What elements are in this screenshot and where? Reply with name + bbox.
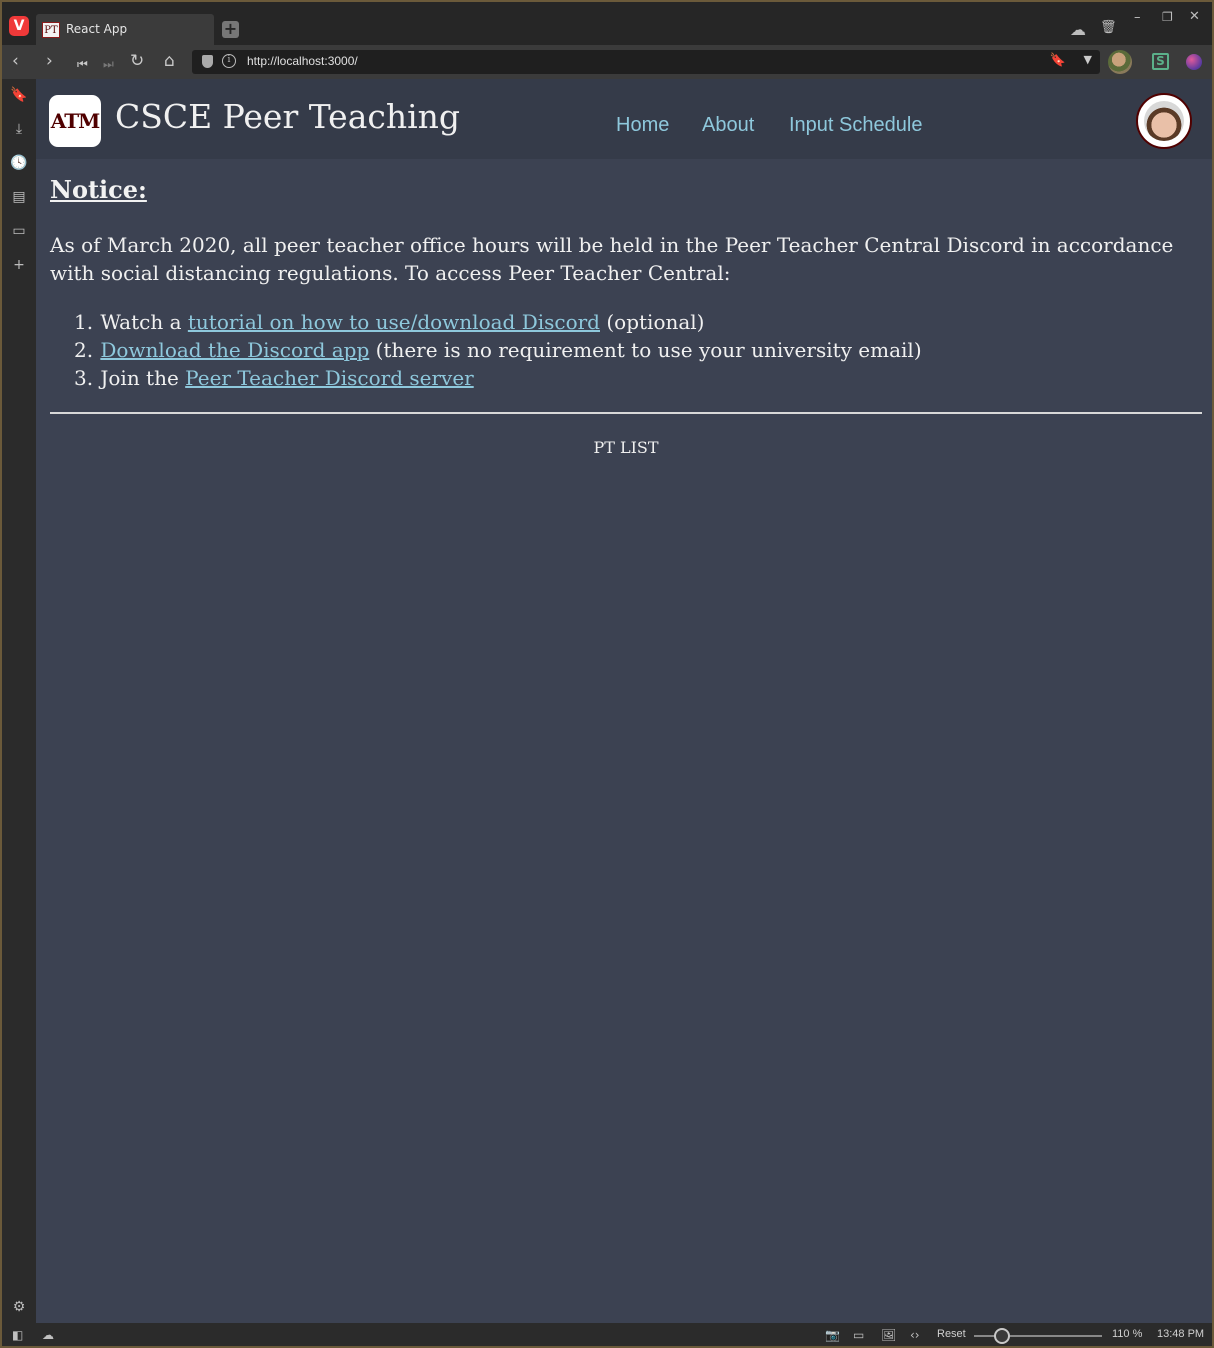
shield-icon[interactable] [202, 55, 213, 68]
zoom-level: 110 % [1112, 1328, 1143, 1340]
address-toolbar: ‹ › ⏮ ⏭ ↻ ⌂ i http://localhost:3000/ 🔖 ▼… [2, 45, 1212, 79]
side-panel: 🔖 ⤓ 🕓 ▤ ▭ + ⚙ [2, 79, 36, 1323]
web-page: ATM CSCE Peer Teaching Home About Input … [36, 79, 1212, 1323]
step-text: (there is no requirement to use your uni… [369, 338, 922, 362]
trash-icon[interactable]: 🗑 [1100, 20, 1117, 35]
url-field[interactable]: i http://localhost:3000/ 🔖 ▼ [192, 50, 1100, 74]
image-icon[interactable]: 🖼 [881, 1328, 896, 1342]
zoom-slider-handle[interactable] [994, 1328, 1011, 1344]
discord-tutorial-link[interactable]: tutorial on how to use/download Discord [188, 310, 600, 334]
browser-window: V PT React App + ☁ 🗑 – ❐ ✕ ‹ › ⏮ ⏭ ↻ ⌂ i… [2, 2, 1212, 1346]
tamu-logo[interactable]: ATM [49, 95, 101, 147]
forward-arrow-icon[interactable]: › [46, 52, 53, 70]
step-text: Watch a [100, 310, 188, 334]
camera-icon[interactable]: 📷 [825, 1328, 840, 1342]
vivaldi-logo-icon[interactable]: V [9, 16, 29, 36]
fast-forward-icon[interactable]: ⏭ [103, 55, 114, 73]
list-item: 1. Watch a tutorial on how to use/downlo… [74, 308, 922, 336]
history-icon[interactable]: 🕓 [2, 155, 36, 171]
notes-icon[interactable]: ▤ [2, 189, 36, 205]
tile-icon[interactable]: ▭ [853, 1328, 864, 1342]
site-title: CSCE Peer Teaching [115, 97, 461, 136]
nav-input-schedule-link[interactable]: Input Schedule [789, 114, 922, 137]
step-text: Join the [100, 366, 186, 390]
settings-icon[interactable]: ⚙ [2, 1299, 36, 1315]
nav-home-link[interactable]: Home [616, 114, 669, 137]
page-actions-icon[interactable]: ‹› [910, 1328, 920, 1342]
site-info-icon[interactable]: i [222, 54, 236, 68]
steps-list: 1. Watch a tutorial on how to use/downlo… [74, 308, 922, 392]
chevron-down-icon[interactable]: ▼ [1084, 53, 1092, 66]
step-number: 2. [74, 338, 94, 362]
clock: 13:48 PM [1157, 1328, 1205, 1340]
home-icon[interactable]: ⌂ [164, 52, 175, 70]
minimize-icon[interactable]: – [1134, 10, 1141, 25]
back-arrow-icon[interactable]: ‹ [12, 52, 19, 70]
downloads-icon[interactable]: ⤓ [2, 121, 36, 137]
discord-server-link[interactable]: Peer Teacher Discord server [185, 366, 474, 390]
tab-bar: V PT React App + ☁ 🗑 – ❐ ✕ [2, 2, 1212, 45]
tab-title: React App [66, 22, 128, 36]
profile-extension-icon[interactable] [1108, 50, 1132, 74]
maximize-icon[interactable]: ❐ [1162, 10, 1173, 24]
reload-icon[interactable]: ↻ [130, 52, 144, 70]
window-panel-icon[interactable]: ▭ [2, 223, 36, 239]
extension-s-icon[interactable]: S [1152, 53, 1169, 70]
nav-about-link[interactable]: About [702, 114, 754, 137]
status-bar: ◧ ☁ 📷 ▭ 🖼 ‹› Reset 110 % 13:48 PM [2, 1323, 1212, 1346]
step-text: (optional) [600, 310, 705, 334]
step-number: 1. [74, 310, 94, 334]
notice-body: As of March 2020, all peer teacher offic… [50, 233, 1174, 285]
discord-download-link[interactable]: Download the Discord app [100, 338, 369, 362]
panel-toggle-icon[interactable]: ◧ [12, 1328, 23, 1342]
rewind-icon[interactable]: ⏮ [77, 55, 88, 73]
site-header: ATM CSCE Peer Teaching Home About Input … [36, 79, 1212, 159]
new-tab-button[interactable]: + [222, 21, 239, 38]
step-number: 3. [74, 366, 94, 390]
sync-cloud-icon[interactable]: ☁ [1070, 20, 1086, 39]
list-item: 2. Download the Discord app (there is no… [74, 336, 922, 364]
add-panel-icon[interactable]: + [2, 257, 36, 273]
tab-favicon-icon: PT [42, 22, 60, 38]
zoom-reset-button[interactable]: Reset [937, 1328, 966, 1340]
user-avatar[interactable] [1136, 93, 1192, 149]
tab-react-app[interactable]: PT React App [36, 14, 214, 45]
extension-globe-icon[interactable] [1186, 54, 1202, 70]
bookmark-icon[interactable]: 🔖 [1050, 53, 1066, 68]
sync-status-icon[interactable]: ☁ [42, 1328, 54, 1342]
list-item: 3. Join the Peer Teacher Discord server [74, 364, 922, 392]
bookmarks-icon[interactable]: 🔖 [2, 87, 36, 103]
close-icon[interactable]: ✕ [1189, 9, 1200, 24]
divider [50, 412, 1202, 414]
url-text[interactable]: http://localhost:3000/ [247, 54, 358, 68]
pt-list-heading: PT LIST [593, 438, 659, 457]
notice-heading: Notice: [50, 175, 147, 204]
avatar-photo [1144, 101, 1184, 141]
